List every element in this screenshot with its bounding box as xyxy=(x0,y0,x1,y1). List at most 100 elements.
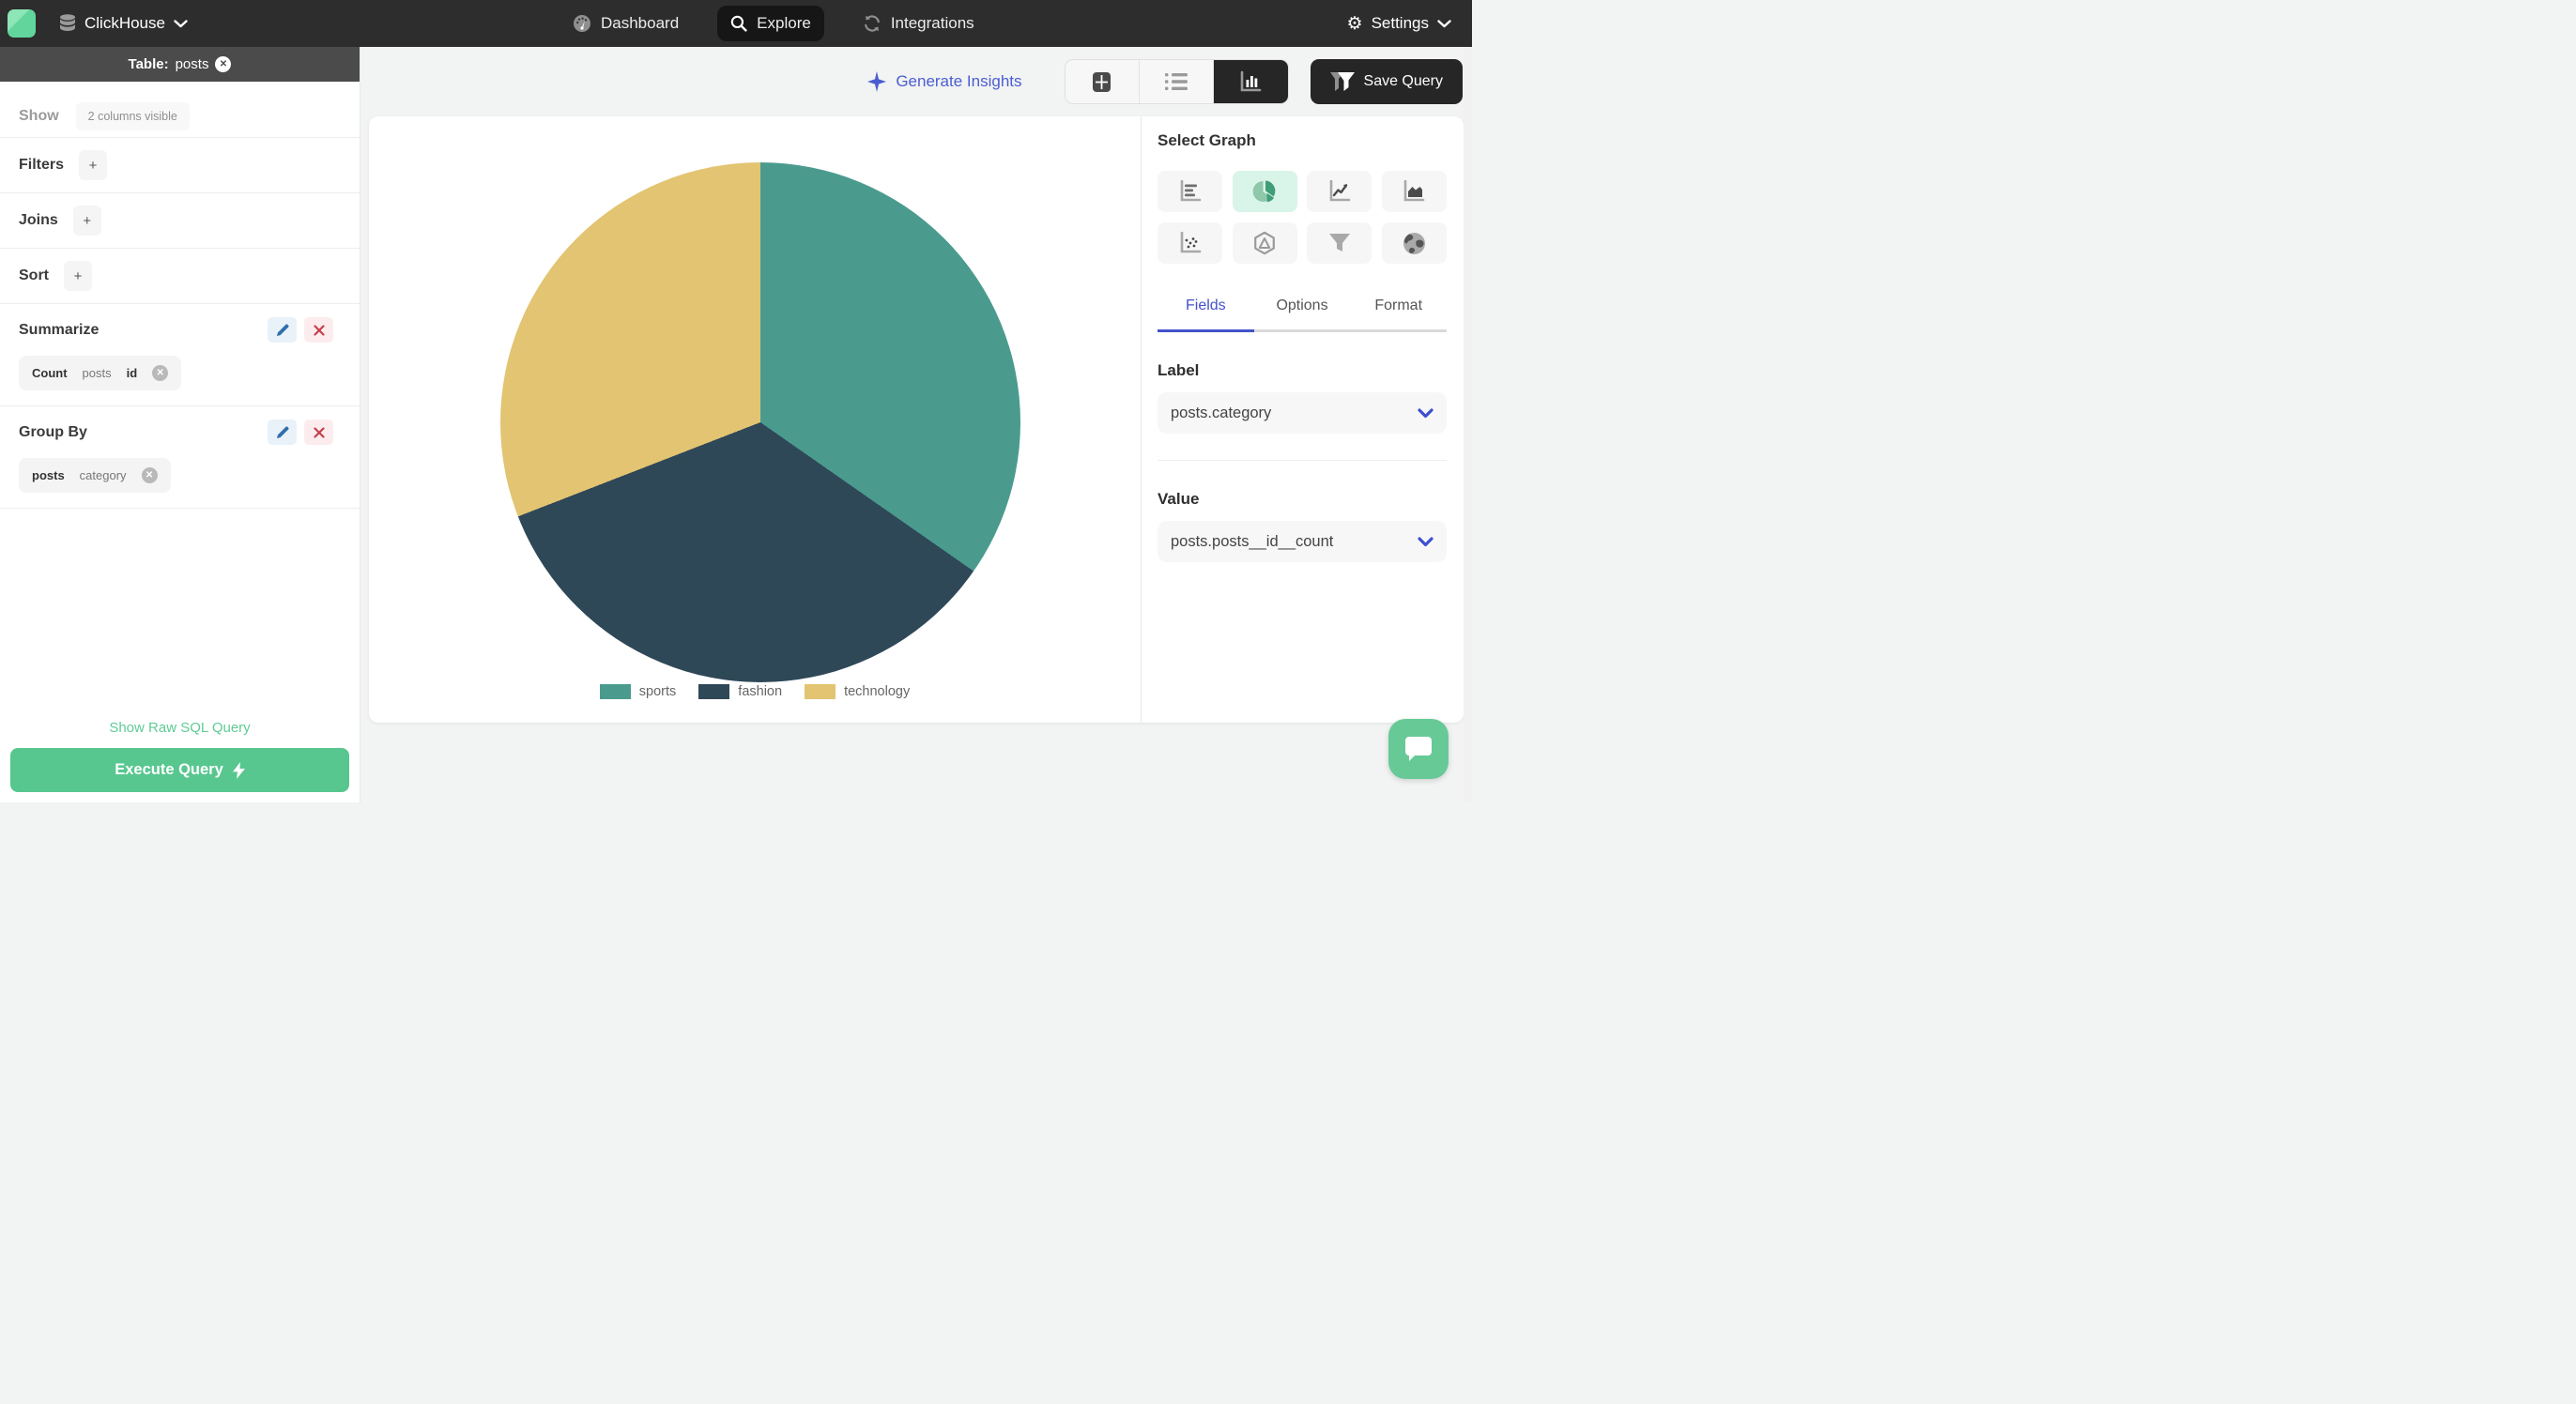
column-ref: category xyxy=(79,468,127,482)
summarize-section: Summarize Count posts id ✕ xyxy=(0,304,360,406)
value-field-value: posts.posts__id__count xyxy=(1171,532,1334,550)
group-by-field-chip[interactable]: posts category ✕ xyxy=(19,458,171,493)
label-field-heading: Label xyxy=(1158,361,1200,379)
legend-item[interactable]: fashion xyxy=(698,684,782,699)
edit-group-by-button[interactable] xyxy=(268,420,297,445)
add-sort-button[interactable]: + xyxy=(64,261,92,291)
tab-options[interactable]: Options xyxy=(1254,298,1351,329)
nav-item-dashboard[interactable]: Dashboard xyxy=(560,6,692,41)
execute-query-button[interactable]: Execute Query xyxy=(10,748,349,792)
joins-label: Joins xyxy=(19,212,58,228)
query-builder-sidebar: Table: posts ✕ Show 2 columns visible Fi… xyxy=(0,47,360,802)
nav-item-explore[interactable]: Explore xyxy=(717,6,824,41)
area-chart-icon xyxy=(1404,180,1425,202)
add-join-button[interactable]: + xyxy=(72,206,101,236)
chat-widget-button[interactable] xyxy=(1388,719,1449,779)
graph-type-radar-button[interactable] xyxy=(1232,222,1297,264)
edit-summarize-button[interactable] xyxy=(268,317,297,343)
page-scrollbar[interactable] xyxy=(1464,47,1472,802)
gear-icon: ⚙ xyxy=(1346,13,1363,34)
joins-section: Joins + xyxy=(0,193,360,249)
top-nav: ClickHouse Dashboard Explore Integration… xyxy=(0,0,1472,47)
bar-chart-view-icon xyxy=(1240,70,1262,92)
sparkle-icon xyxy=(866,70,887,93)
table-header: Table: posts ✕ xyxy=(0,47,360,82)
tab-fields[interactable]: Fields xyxy=(1158,298,1254,329)
graph-type-line-button[interactable] xyxy=(1307,171,1372,212)
show-raw-sql-link[interactable]: Show Raw SQL Query xyxy=(0,720,360,736)
settings-menu[interactable]: ⚙ Settings xyxy=(1347,0,1451,47)
line-chart-icon xyxy=(1329,180,1351,202)
value-field-dropdown[interactable]: posts.posts__id__count xyxy=(1158,521,1447,562)
legend-label: fashion xyxy=(738,684,783,699)
column-ref: id xyxy=(126,366,138,380)
show-label: Show xyxy=(19,107,59,124)
sort-section: Sort + xyxy=(0,249,360,304)
table-ref: posts xyxy=(82,366,112,380)
graph-type-funnel-button[interactable] xyxy=(1307,222,1372,264)
globe-map-icon xyxy=(1403,232,1425,254)
scatter-plot-icon xyxy=(1180,232,1201,253)
save-query-button[interactable]: Save Query xyxy=(1310,59,1463,104)
gauge-icon xyxy=(573,14,591,33)
delete-summarize-button[interactable] xyxy=(304,317,333,343)
group-by-section: Group By posts category ✕ xyxy=(0,406,360,509)
fields-divider xyxy=(1158,460,1447,461)
graph-type-pie-button[interactable] xyxy=(1232,171,1297,212)
graph-type-grid xyxy=(1158,171,1447,264)
chart-area: sports fashion technology xyxy=(369,116,1141,723)
view-mode-chart-button[interactable] xyxy=(1213,60,1288,103)
summarize-field-chip[interactable]: Count posts id ✕ xyxy=(19,356,182,390)
pie-chart-icon xyxy=(1252,180,1276,203)
nav-item-label: Integrations xyxy=(890,14,974,32)
filters-section: Filters + xyxy=(0,138,360,193)
pie-chart[interactable] xyxy=(500,162,1020,682)
chevron-down-icon xyxy=(1418,536,1434,547)
legend-swatch-fashion xyxy=(698,684,730,699)
table-name: posts xyxy=(175,56,209,72)
nav-item-label: Explore xyxy=(757,14,811,32)
remove-group-by-chip-button[interactable]: ✕ xyxy=(141,467,158,483)
nav-item-integrations[interactable]: Integrations xyxy=(850,6,988,41)
generate-insights-label: Generate Insights xyxy=(896,72,1022,90)
remove-summarize-chip-button[interactable]: ✕ xyxy=(152,365,169,381)
graph-type-map-button[interactable] xyxy=(1381,222,1447,264)
nav-center: Dashboard Explore Integrations xyxy=(560,0,988,47)
tab-underline xyxy=(1158,329,1447,332)
tab-format[interactable]: Format xyxy=(1350,298,1447,329)
app-logo[interactable] xyxy=(8,9,36,38)
generate-insights-button[interactable]: Generate Insights xyxy=(866,70,1022,93)
view-mode-list-button[interactable] xyxy=(1140,60,1214,103)
legend-item[interactable]: sports xyxy=(599,684,677,699)
delete-group-by-button[interactable] xyxy=(304,420,333,445)
execute-query-label: Execute Query xyxy=(115,761,223,778)
legend-label: technology xyxy=(844,684,911,699)
group-by-label: Group By xyxy=(19,423,87,440)
graph-type-scatter-button[interactable] xyxy=(1158,222,1222,264)
funnel-chart-icon xyxy=(1328,234,1350,252)
value-field-heading: Value xyxy=(1158,490,1200,508)
view-mode-table-button[interactable] xyxy=(1066,60,1140,103)
remove-table-button[interactable]: ✕ xyxy=(215,56,232,72)
sync-icon xyxy=(863,14,882,33)
add-filter-button[interactable]: + xyxy=(79,150,108,180)
list-view-icon xyxy=(1164,73,1188,90)
view-mode-toggle xyxy=(1064,59,1289,104)
graph-type-bar-button[interactable] xyxy=(1158,171,1222,212)
select-graph-title: Select Graph xyxy=(1158,131,1256,149)
table-ref: posts xyxy=(32,468,65,482)
label-field-dropdown[interactable]: posts.category xyxy=(1158,392,1447,434)
settings-label: Settings xyxy=(1371,14,1429,32)
legend-item[interactable]: technology xyxy=(805,684,910,699)
legend-label: sports xyxy=(638,684,677,699)
graph-type-area-button[interactable] xyxy=(1381,171,1447,212)
columns-visible-chip[interactable]: 2 columns visible xyxy=(75,101,190,130)
database-selector[interactable]: ClickHouse xyxy=(59,0,188,47)
chevron-down-icon xyxy=(1437,19,1451,28)
table-header-prefix: Table: xyxy=(128,56,169,72)
chart-legend: sports fashion technology xyxy=(369,684,1141,699)
legend-swatch-sports xyxy=(599,684,631,699)
table-view-icon xyxy=(1093,71,1112,92)
results-card: sports fashion technology Select Graph F… xyxy=(369,116,1464,723)
chevron-down-icon xyxy=(1418,407,1434,419)
